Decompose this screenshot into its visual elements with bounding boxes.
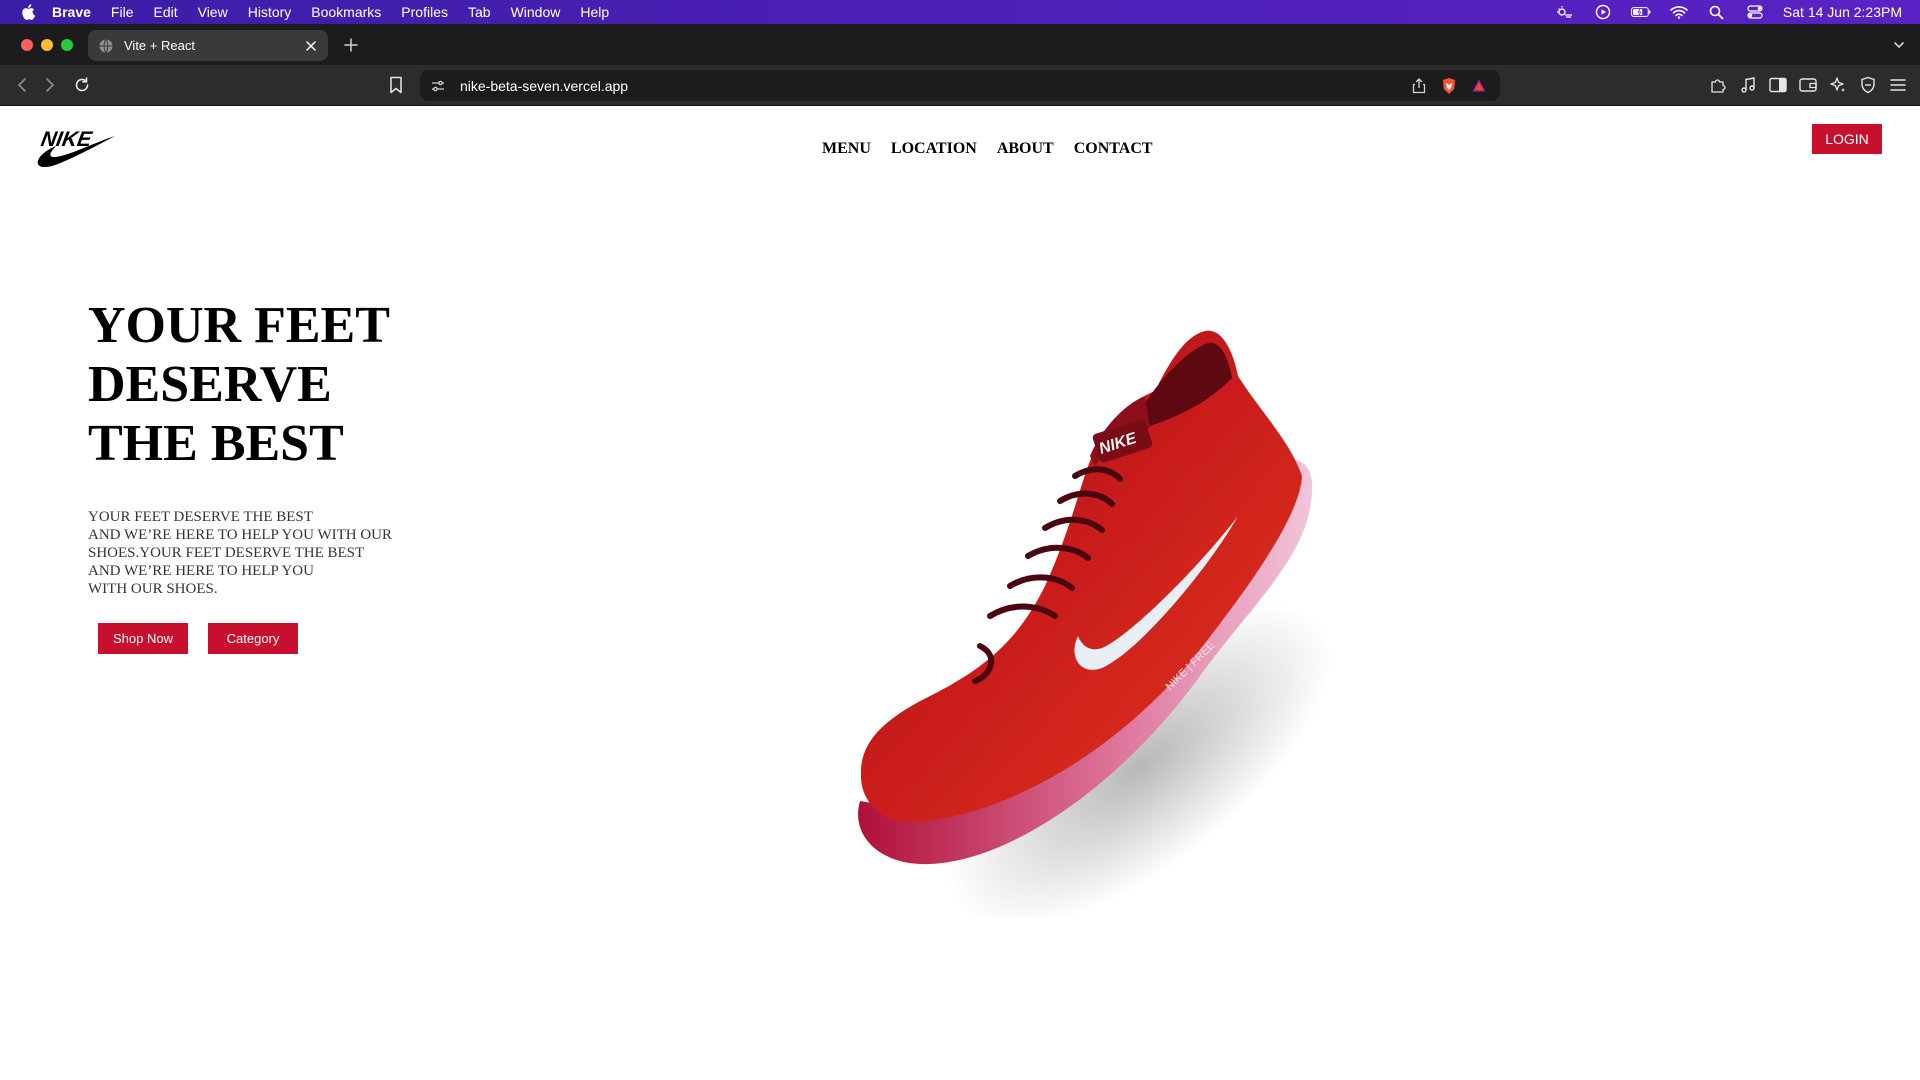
tab-title: Vite + React	[124, 38, 195, 53]
wifi-icon[interactable]	[1669, 4, 1689, 20]
nav-location-link[interactable]: LOCATION	[891, 140, 977, 158]
hero-title-line: YOUR FEET	[88, 297, 390, 354]
browser-tab[interactable]: Vite + React	[88, 30, 328, 61]
site-settings-icon[interactable]	[430, 78, 446, 94]
reload-icon[interactable]	[72, 75, 92, 95]
forward-icon[interactable]	[40, 75, 60, 95]
search-icon[interactable]	[1707, 4, 1727, 20]
nav-menu-link[interactable]: MENU	[822, 140, 871, 158]
main-nav: MENU LOCATION ABOUT CONTACT	[822, 140, 1153, 158]
hero-text-line: WITH OUR SHOES.	[88, 581, 218, 597]
hero-text-line: SHOES.YOUR FEET DESERVE THE BEST	[88, 545, 365, 561]
hero-title: YOUR FEET DESERVE THE BEST	[88, 296, 508, 473]
vpn-shield-icon[interactable]	[1858, 75, 1878, 95]
url-text[interactable]: nike-beta-seven.vercel.app	[460, 78, 1410, 94]
extensions-icon[interactable]	[1708, 75, 1728, 95]
brave-shields-icon[interactable]	[1440, 77, 1458, 95]
window-controls	[21, 39, 73, 51]
menu-help[interactable]: Help	[580, 4, 609, 20]
leo-ai-icon[interactable]	[1828, 75, 1848, 95]
browser-toolbar: nike-beta-seven.vercel.app	[0, 65, 1920, 106]
weather-icon[interactable]	[1555, 4, 1575, 20]
menu-profiles[interactable]: Profiles	[401, 4, 448, 20]
control-center-icon[interactable]	[1745, 4, 1765, 20]
globe-icon	[98, 38, 114, 54]
apple-icon[interactable]	[18, 2, 38, 22]
hero-text-line: YOUR FEET DESERVE THE BEST	[88, 509, 313, 525]
hero-title-line: THE BEST	[88, 415, 344, 472]
chevron-down-icon[interactable]	[1892, 38, 1906, 52]
menu-app-name[interactable]: Brave	[52, 4, 91, 20]
hero-text-line: AND WE’RE HERE TO HELP YOU WITH OUR	[88, 527, 393, 543]
toolbar-actions	[1708, 75, 1908, 95]
back-icon[interactable]	[12, 75, 32, 95]
battery-icon[interactable]	[1631, 4, 1651, 20]
hero-description: YOUR FEET DESERVE THE BEST AND WE’RE HER…	[88, 508, 448, 598]
product-shoe-image: NIKE NIKE | FREE	[840, 316, 1380, 929]
menu-bookmarks[interactable]: Bookmarks	[311, 4, 381, 20]
new-tab-icon[interactable]	[342, 36, 360, 54]
menu-history[interactable]: History	[248, 4, 292, 20]
bookmark-icon[interactable]	[386, 75, 406, 95]
menu-tab[interactable]: Tab	[468, 4, 491, 20]
web-page: NIKE MENU LOCATION ABOUT CONTACT LOGIN Y…	[0, 106, 1920, 1080]
window-close-button[interactable]	[21, 39, 33, 51]
menu-clock[interactable]: Sat 14 Jun 2:23PM	[1783, 4, 1902, 20]
address-bar[interactable]: nike-beta-seven.vercel.app	[420, 70, 1500, 101]
music-icon[interactable]	[1738, 75, 1758, 95]
window-minimize-button[interactable]	[41, 39, 53, 51]
tab-close-icon[interactable]	[304, 39, 318, 53]
nav-contact-link[interactable]: CONTACT	[1074, 140, 1153, 158]
shop-now-button[interactable]: Shop Now	[98, 623, 188, 654]
login-button[interactable]: LOGIN	[1812, 124, 1882, 154]
hero-title-line: DESERVE	[88, 356, 332, 413]
menu-edit[interactable]: Edit	[153, 4, 177, 20]
nike-logo[interactable]: NIKE	[36, 124, 116, 170]
menu-window[interactable]: Window	[511, 4, 561, 20]
macos-menu-bar: Brave File Edit View History Bookmarks P…	[0, 0, 1920, 24]
hero-text-line: AND WE’RE HERE TO HELP YOU	[88, 563, 314, 579]
nav-about-link[interactable]: ABOUT	[997, 140, 1054, 158]
category-button[interactable]: Category	[208, 623, 298, 654]
menu-view[interactable]: View	[198, 4, 228, 20]
browser-tab-bar: Vite + React	[0, 24, 1920, 65]
menu-file[interactable]: File	[111, 4, 134, 20]
hamburger-menu-icon[interactable]	[1888, 75, 1908, 95]
brave-rewards-icon[interactable]	[1470, 77, 1488, 95]
sidebar-icon[interactable]	[1768, 75, 1788, 95]
wallet-icon[interactable]	[1798, 75, 1818, 95]
share-icon[interactable]	[1410, 77, 1428, 95]
window-maximize-button[interactable]	[61, 39, 73, 51]
play-circle-icon[interactable]	[1593, 4, 1613, 20]
